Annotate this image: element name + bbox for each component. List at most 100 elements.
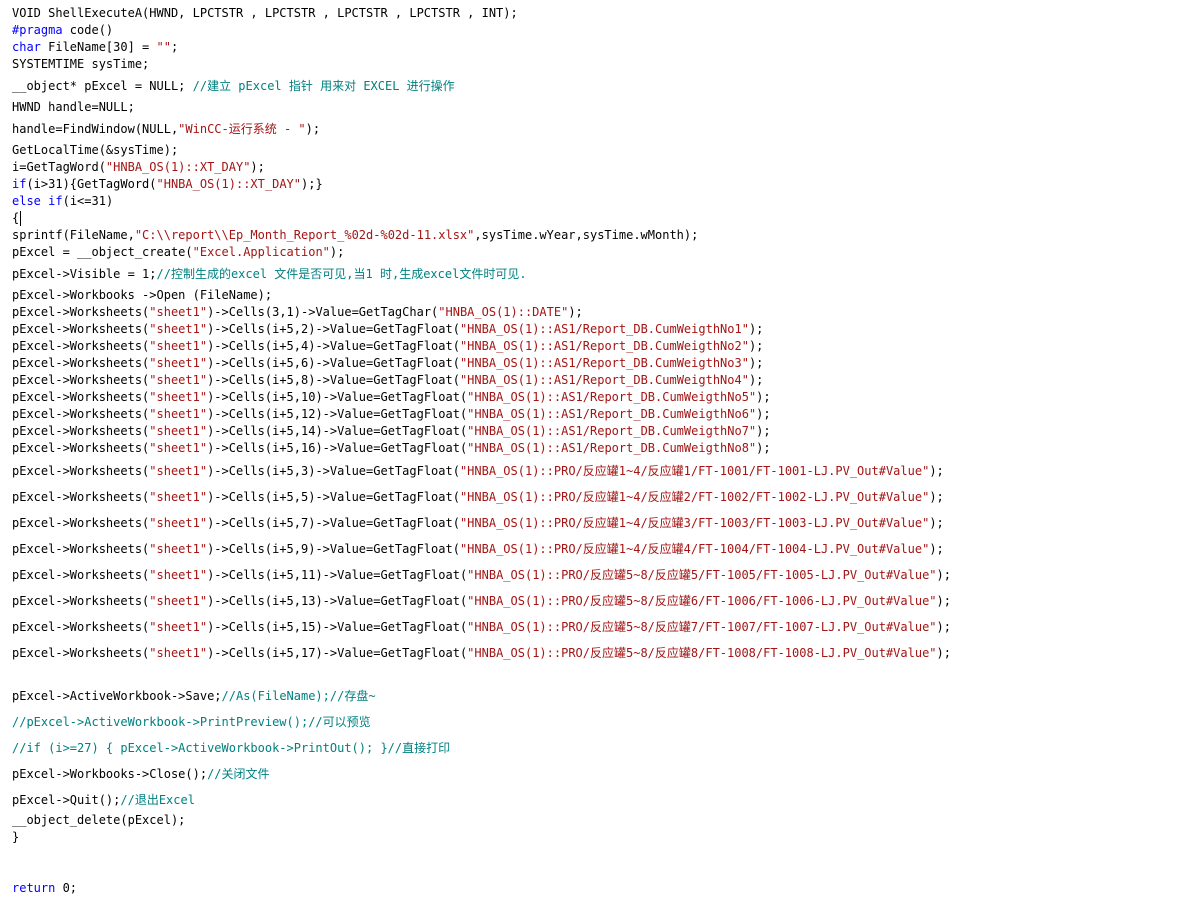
code-token: ); — [929, 464, 944, 478]
code-token: "HNBA_OS(1)::PRO/反应罐5~8/反应罐5/FT-1005/FT-… — [467, 568, 937, 582]
code-token: pExcel->Worksheets( — [12, 339, 150, 353]
code-token: pExcel->Worksheets( — [12, 305, 150, 319]
code-token: ); — [936, 594, 951, 608]
code-token: "HNBA_OS(1)::PRO/反应罐5~8/反应罐6/FT-1006/FT-… — [467, 594, 937, 608]
code-editor[interactable]: VOID ShellExecuteA(HWND, LPCTSTR , LPCTS… — [0, 0, 1185, 900]
code-token: "" — [156, 40, 171, 54]
code-token: "HNBA_OS(1)::PRO/反应罐1~4/反应罐4/FT-1004/FT-… — [459, 542, 930, 556]
code-token: if — [48, 194, 63, 208]
code-line: pExcel->Worksheets("sheet1")->Cells(i+5,… — [12, 567, 951, 583]
code-token: ); — [756, 390, 771, 404]
code-token: )->Cells(i+5,7)->Value=GetTagFloat( — [207, 516, 460, 530]
code-line: pExcel->Worksheets("sheet1")->Cells(i+5,… — [12, 541, 944, 557]
code-token: )->Cells(i+5,6)->Value=GetTagFloat( — [207, 356, 460, 370]
code-token: ); — [748, 339, 764, 353]
code-token: else — [12, 194, 41, 208]
code-token: return — [12, 881, 56, 895]
code-token: "sheet1" — [149, 407, 208, 421]
code-token: { — [12, 211, 20, 225]
code-token: "Excel.Application" — [192, 245, 330, 259]
code-token: ); — [329, 245, 345, 259]
code-token: "HNBA_OS(1)::XT_DAY" — [156, 177, 302, 191]
code-token: "sheet1" — [149, 620, 208, 634]
code-line: pExcel->Worksheets("sheet1")->Cells(i+5,… — [12, 489, 944, 505]
code-token: pExcel->Worksheets( — [12, 441, 150, 455]
code-token: "HNBA_OS(1)::PRO/反应罐1~4/反应罐3/FT-1003/FT-… — [459, 516, 930, 530]
code-token: )->Cells(i+5,13)->Value=GetTagFloat( — [207, 594, 468, 608]
code-token: ); — [929, 542, 944, 556]
code-token: )->Cells(i+5,12)->Value=GetTagFloat( — [207, 407, 468, 421]
code-token: __object* pExcel = NULL; — [12, 79, 193, 93]
code-token: )->Cells(i+5,3)->Value=GetTagFloat( — [207, 464, 460, 478]
code-token: "HNBA_OS(1)::PRO/反应罐1~4/反应罐2/FT-1002/FT-… — [459, 490, 930, 504]
code-token: } — [12, 830, 20, 844]
code-token: )->Cells(i+5,8)->Value=GetTagFloat( — [207, 373, 460, 387]
code-token: ); — [748, 373, 764, 387]
code-line: __object_delete(pExcel); — [12, 812, 185, 828]
code-token: "HNBA_OS(1)::AS1/Report_DB.CumWeigthNo5" — [467, 390, 757, 404]
code-token: pExcel->Workbooks ->Open (FileName); — [12, 288, 273, 302]
code-token: code() — [62, 23, 114, 37]
code-token: //pExcel->ActiveWorkbook->PrintPreview()… — [12, 715, 371, 729]
code-token: "HNBA_OS(1)::PRO/反应罐5~8/反应罐7/FT-1007/FT-… — [467, 620, 937, 634]
code-token: sprintf(FileName, — [12, 228, 135, 242]
code-token: "C:\\report\\Ep_Month_Report_%02d-%02d-1… — [134, 228, 475, 242]
code-line: SYSTEMTIME sysTime; — [12, 56, 149, 72]
code-token: "HNBA_OS(1)::AS1/Report_DB.CumWeigthNo7" — [467, 424, 757, 438]
code-line: pExcel->Worksheets("sheet1")->Cells(i+5,… — [12, 423, 771, 439]
code-token: "sheet1" — [149, 424, 208, 438]
code-token: ); — [936, 646, 951, 660]
code-token: "HNBA_OS(1)::AS1/Report_DB.CumWeigthNo2" — [459, 339, 749, 353]
code-token: (i>31){GetTagWord( — [26, 177, 157, 191]
code-token: //退出Excel — [120, 793, 195, 807]
code-line: pExcel->Worksheets("sheet1")->Cells(i+5,… — [12, 355, 763, 371]
code-token: "sheet1" — [149, 305, 208, 319]
code-line: pExcel->Worksheets("sheet1")->Cells(i+5,… — [12, 619, 951, 635]
code-token: pExcel->Worksheets( — [12, 322, 150, 336]
code-line: } — [12, 829, 19, 845]
code-line: return 0; — [12, 880, 77, 896]
code-token: "sheet1" — [149, 441, 208, 455]
code-line: pExcel->Worksheets("sheet1")->Cells(i+5,… — [12, 338, 763, 354]
code-token: VOID ShellExecuteA(HWND, LPCTSTR , LPCTS… — [12, 6, 518, 20]
code-token: 0; — [55, 881, 78, 895]
code-token: )->Cells(i+5,5)->Value=GetTagFloat( — [207, 490, 460, 504]
code-token: "sheet1" — [149, 322, 208, 336]
code-token: ); — [748, 322, 764, 336]
code-line: pExcel = __object_create("Excel.Applicat… — [12, 244, 344, 260]
code-token: "WinCC-运行系统 - " — [178, 122, 306, 136]
code-line: pExcel->Workbooks ->Open (FileName); — [12, 287, 272, 303]
code-token: "sheet1" — [149, 373, 208, 387]
code-token: )->Cells(i+5,4)->Value=GetTagFloat( — [207, 339, 460, 353]
code-token: "sheet1" — [149, 542, 208, 556]
code-token: "sheet1" — [149, 390, 208, 404]
code-token: "HNBA_OS(1)::PRO/反应罐1~4/反应罐1/FT-1001/FT-… — [459, 464, 930, 478]
code-line: pExcel->Worksheets("sheet1")->Cells(i+5,… — [12, 372, 763, 388]
code-token: )->Cells(i+5,9)->Value=GetTagFloat( — [207, 542, 460, 556]
code-line: pExcel->Visible = 1;//控制生成的excel 文件是否可见,… — [12, 266, 527, 282]
code-token: SYSTEMTIME sysTime; — [12, 57, 150, 71]
code-token: if — [12, 177, 27, 191]
code-token: "HNBA_OS(1)::AS1/Report_DB.CumWeigthNo1" — [459, 322, 749, 336]
code-line: pExcel->Worksheets("sheet1")->Cells(3,1)… — [12, 304, 583, 320]
code-token: "sheet1" — [149, 646, 208, 660]
code-token: ); — [756, 441, 771, 455]
code-token: ; — [170, 40, 179, 54]
code-token: )->Cells(i+5,2)->Value=GetTagFloat( — [207, 322, 460, 336]
code-token: pExcel->Worksheets( — [12, 390, 150, 404]
text-cursor — [20, 211, 21, 226]
code-token: pExcel->Worksheets( — [12, 542, 150, 556]
code-token: handle=FindWindow(NULL, — [12, 122, 179, 136]
code-token: pExcel->Worksheets( — [12, 594, 150, 608]
code-token: pExcel->Quit(); — [12, 793, 121, 807]
code-token: )->Cells(i+5,17)->Value=GetTagFloat( — [207, 646, 468, 660]
code-line: HWND handle=NULL; — [12, 99, 135, 115]
code-line: VOID ShellExecuteA(HWND, LPCTSTR , LPCTS… — [12, 5, 518, 21]
code-token: "sheet1" — [149, 594, 208, 608]
code-token: "HNBA_OS(1)::AS1/Report_DB.CumWeigthNo8" — [467, 441, 757, 455]
code-token: "HNBA_OS(1)::DATE" — [438, 305, 569, 319]
code-token: pExcel->ActiveWorkbook->Save; — [12, 689, 222, 703]
code-token: );} — [301, 177, 323, 191]
code-token: "sheet1" — [149, 490, 208, 504]
code-line: if(i>31){GetTagWord("HNBA_OS(1)::XT_DAY"… — [12, 176, 323, 192]
